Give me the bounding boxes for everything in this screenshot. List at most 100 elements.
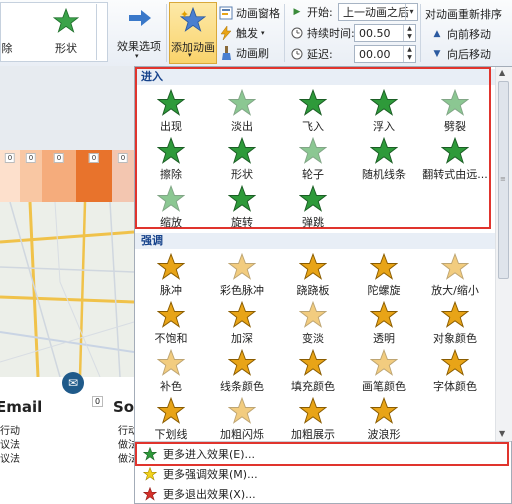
emphasis-effect-item[interactable]: 加粗闪烁	[210, 395, 274, 443]
effect-label: 下划线	[154, 428, 188, 441]
emphasis-effect-item[interactable]: 不饱和	[139, 299, 203, 347]
emphasis-star-icon	[370, 301, 398, 328]
section-header-entrance: 进入	[135, 69, 495, 85]
emphasis-effect-item[interactable]: 字体颜色	[423, 347, 487, 395]
emphasis-effect-item[interactable]: 陀螺旋	[352, 251, 416, 299]
reorder-title-label: 对动画重新排序	[425, 8, 502, 21]
emphasis-effect-item[interactable]: 彩色脉冲	[210, 251, 274, 299]
start-select[interactable]: 上一动画之后 ▾	[338, 3, 418, 21]
emphasis-effect-item[interactable]: 画笔颜色	[352, 347, 416, 395]
gallery-item-shape[interactable]: 形状	[40, 2, 92, 64]
start-value: 上一动画之后	[343, 6, 409, 19]
entrance-effect-item[interactable]: 飞入	[281, 87, 345, 135]
emphasis-effect-item[interactable]: 对象颜色	[423, 299, 487, 347]
effect-label: 弹跳	[302, 216, 324, 229]
clock-icon	[290, 47, 304, 61]
animation-painter-button[interactable]: 动画刷	[219, 44, 269, 62]
entrance-effect-item[interactable]: 劈裂	[423, 87, 487, 135]
effect-label: 浮入	[373, 120, 395, 133]
map-image	[0, 202, 134, 377]
entrance-effect-item[interactable]: 弹跳	[281, 183, 345, 231]
divider	[420, 4, 421, 62]
chevron-down-icon[interactable]: ▾	[405, 4, 417, 20]
start-label: 开始:	[307, 6, 333, 19]
delay-input[interactable]: 00.00 ▲ ▼	[354, 45, 416, 63]
entrance-effect-item[interactable]: 轮子	[281, 135, 345, 183]
entrance-star-icon	[370, 137, 398, 164]
entrance-effect-item[interactable]: 随机线条	[352, 135, 416, 183]
more-emphasis-effects[interactable]: 更多强调效果(M)...	[137, 465, 497, 483]
entrance-effect-item[interactable]: 出现	[139, 87, 203, 135]
spinner-icon[interactable]: ▲ ▼	[403, 25, 415, 41]
email-icon: ✉	[62, 372, 84, 394]
emphasis-effect-item[interactable]: 加粗展示	[281, 395, 345, 443]
emphasis-effect-item[interactable]: 线条颜色	[210, 347, 274, 395]
effect-options-button[interactable]: 效果选项 ▾	[112, 2, 166, 64]
duration-input[interactable]: 00.50 ▲ ▼	[354, 24, 416, 42]
emphasis-star-icon	[441, 349, 469, 376]
trigger-button[interactable]: 触发 ▾	[219, 24, 265, 42]
divider	[284, 4, 285, 62]
green-star-icon	[143, 447, 157, 461]
effect-label: 出现	[160, 120, 182, 133]
animation-pane-icon	[219, 6, 233, 20]
emphasis-effect-item[interactable]: 跷跷板	[281, 251, 345, 299]
emphasis-effect-item[interactable]: 下划线	[139, 395, 203, 443]
effect-options-label: 效果选项	[117, 40, 161, 53]
emphasis-effect-item[interactable]: 波浪形	[352, 395, 416, 443]
more-exit-effects[interactable]: 更多退出效果(X)...	[137, 485, 497, 503]
email-heading: Email	[0, 398, 43, 416]
divider	[166, 4, 167, 62]
emphasis-effect-item[interactable]: 填充颜色	[281, 347, 345, 395]
entrance-effect-item[interactable]: 淡出	[210, 87, 274, 135]
left-line: 议法	[0, 454, 20, 465]
animation-pane-button[interactable]: 动画窗格	[219, 4, 280, 22]
emphasis-effect-item[interactable]: 透明	[352, 299, 416, 347]
entrance-effect-item[interactable]: 浮入	[352, 87, 416, 135]
emphasis-star-icon	[228, 253, 256, 280]
effect-label: 字体颜色	[433, 380, 477, 393]
emphasis-star-icon	[441, 253, 469, 280]
emphasis-star-icon	[157, 397, 185, 424]
entrance-effect-item[interactable]: 翻转式由远...	[422, 135, 488, 183]
move-later-button[interactable]: ▼ 向后移动	[430, 45, 491, 63]
emphasis-effect-item[interactable]: 加深	[210, 299, 274, 347]
red-star-icon	[143, 487, 157, 501]
effect-label: 陀螺旋	[367, 284, 401, 297]
emphasis-star-icon	[157, 349, 185, 376]
gallery-item-label: 形状	[55, 42, 77, 55]
svg-text:✦: ✦	[180, 8, 189, 21]
duration-label: 持续时间:	[307, 27, 355, 40]
entrance-effect-item[interactable]: 形状	[210, 135, 274, 183]
scrollbar[interactable]: ▲ ≡ ▼	[495, 67, 512, 441]
move-earlier-button[interactable]: ▲ 向前移动	[430, 25, 491, 43]
gallery-scroll[interactable]	[96, 4, 107, 60]
star-icon	[53, 8, 79, 33]
gallery-item-wipe[interactable]: 除	[0, 2, 22, 64]
emphasis-effect-item[interactable]: 脉冲	[139, 251, 203, 299]
count-badge: 0	[88, 153, 100, 163]
reorder-title: 对动画重新排序	[425, 5, 502, 23]
more-entrance-effects[interactable]: 更多进入效果(E)...	[137, 445, 497, 463]
emphasis-effect-item[interactable]: 变淡	[281, 299, 345, 347]
start-row: ▶ 开始:	[290, 3, 333, 21]
emphasis-effect-item[interactable]: 放大/缩小	[423, 251, 487, 299]
scroll-up-icon[interactable]: ▲	[499, 68, 505, 77]
entrance-effect-item[interactable]: 擦除	[139, 135, 203, 183]
effect-label: 劈裂	[444, 120, 466, 133]
scroll-down-icon[interactable]: ▼	[499, 429, 505, 438]
section-header-emphasis: 强调	[135, 233, 495, 249]
spinner-icon[interactable]: ▲ ▼	[403, 46, 415, 62]
effect-label: 变淡	[302, 332, 324, 345]
entrance-effect-item[interactable]: 缩放	[139, 183, 203, 231]
entrance-effect-item[interactable]: 旋转	[210, 183, 274, 231]
chevron-down-icon: ▾	[188, 51, 192, 59]
effect-label: 波浪形	[367, 428, 401, 441]
emphasis-effect-item[interactable]: 补色	[139, 347, 203, 395]
effect-label: 不饱和	[154, 332, 188, 345]
add-animation-button[interactable]: ✦ 添加动画 ▾	[169, 2, 217, 64]
chevron-down-icon: ▾	[135, 52, 139, 60]
left-line: 行动	[0, 426, 20, 437]
emphasis-star-icon	[299, 349, 327, 376]
effect-label: 翻转式由远...	[422, 168, 488, 181]
